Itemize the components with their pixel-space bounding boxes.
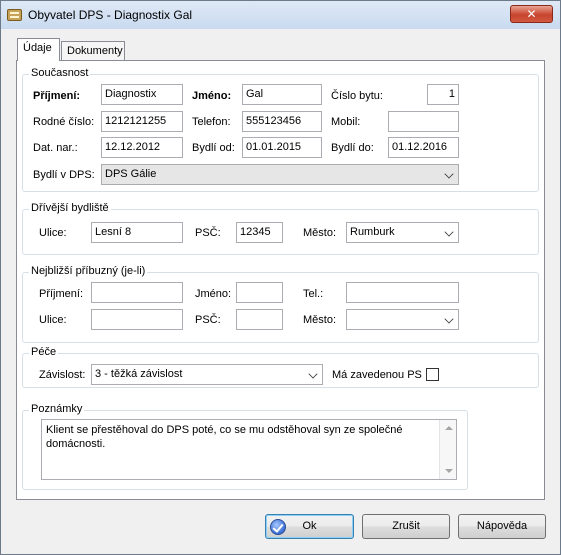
group-nejblizsi-pribuzny: Nejbližší příbuzný (je-li) Příjmení: Jmé…: [22, 265, 539, 343]
zrusit-button[interactable]: Zrušit: [362, 514, 450, 539]
telefon-field[interactable]: 555123456: [242, 111, 322, 132]
label-dat-nar: Dat. nar.:: [33, 142, 78, 154]
label-bydli-od: Bydlí od:: [192, 142, 235, 154]
label-cislo-bytu: Číslo bytu:: [331, 90, 383, 102]
chevron-down-icon: [444, 314, 454, 324]
pribuzny-tel-field[interactable]: [346, 282, 459, 303]
group-title: Dřívější bydliště: [29, 202, 111, 214]
title-bar[interactable]: Obyvatel DPS - Diagnostix Gal ✕: [1, 1, 560, 29]
napoveda-button[interactable]: Nápověda: [458, 514, 546, 539]
label-psc: PSČ:: [195, 227, 221, 239]
scroll-up-icon[interactable]: [445, 426, 453, 430]
mesto-select[interactable]: Rumburk: [346, 222, 459, 243]
mesto-value: Rumburk: [350, 226, 395, 238]
group-title: Poznámky: [29, 403, 85, 415]
label-telefon: Telefon:: [192, 116, 231, 128]
label-jmeno: Jméno:: [192, 90, 232, 102]
chevron-down-icon: [444, 227, 454, 237]
bydli-v-dps-select[interactable]: DPS Gálie: [101, 164, 459, 185]
label-ulice: Ulice:: [39, 227, 67, 239]
close-button[interactable]: ✕: [510, 5, 553, 23]
psc-field[interactable]: 12345: [236, 222, 283, 243]
group-title: Péče: [29, 346, 59, 358]
label-pribuzny-psc: PSČ:: [195, 314, 221, 326]
ulice-field[interactable]: Lesní 8: [91, 222, 183, 243]
jmeno-field[interactable]: Gal: [242, 84, 322, 105]
poznamky-text: Klient se přestěhoval do DPS poté, co se…: [46, 424, 403, 450]
ma-zavedenou-ps-checkbox[interactable]: [426, 368, 439, 381]
chevron-down-icon: [308, 369, 318, 379]
group-title: Současnost: [29, 67, 91, 79]
label-pribuzny-jmeno: Jméno:: [195, 288, 232, 300]
label-mobil: Mobil:: [331, 116, 361, 128]
label-bydli-do: Bydlí do:: [331, 142, 374, 154]
close-icon: ✕: [526, 7, 537, 21]
label-zavislost: Závislost:: [39, 369, 86, 381]
ok-button-label: Ok: [302, 520, 317, 532]
chevron-down-icon: [444, 169, 454, 179]
checkmark-icon: [270, 519, 286, 535]
label-pribuzny-ulice: Ulice:: [39, 314, 67, 326]
label-prijmeni: Příjmení:: [33, 90, 81, 102]
tab-udaje[interactable]: Údaje: [17, 38, 60, 61]
label-pribuzny-prijmeni: Příjmení:: [39, 288, 84, 300]
bydli-od-field[interactable]: 01.01.2015: [242, 137, 322, 158]
scroll-down-icon[interactable]: [445, 469, 453, 473]
zrusit-button-label: Zrušit: [392, 520, 420, 532]
rodne-cislo-field[interactable]: 1212121255: [101, 111, 183, 132]
dialog-window: Obyvatel DPS - Diagnostix Gal ✕ Údaje Do…: [0, 0, 561, 555]
group-drivejsi-bydliste: Dřívější bydliště Ulice: Lesní 8 PSČ: 12…: [22, 202, 539, 255]
label-pribuzny-mesto: Město:: [303, 314, 337, 326]
group-title: Nejbližší příbuzný (je-li): [29, 265, 148, 277]
bydli-v-dps-value: DPS Gálie: [105, 168, 157, 180]
pribuzny-jmeno-field[interactable]: [236, 282, 283, 303]
app-icon: [7, 9, 22, 21]
zavislost-select[interactable]: 3 - těžká závislost: [91, 364, 323, 385]
pribuzny-psc-field[interactable]: [236, 309, 283, 330]
bydli-do-field[interactable]: 01.12.2016: [388, 137, 459, 158]
poznamky-scrollbar[interactable]: [439, 420, 456, 479]
group-pece: Péče Závislost: 3 - těžká závislost Má z…: [22, 346, 539, 388]
pribuzny-prijmeni-field[interactable]: [91, 282, 183, 303]
tab-dokumenty[interactable]: Dokumenty: [61, 41, 125, 60]
label-bydli-v-dps: Bydlí v DPS:: [33, 169, 95, 181]
mobil-field[interactable]: [388, 111, 459, 132]
pribuzny-ulice-field[interactable]: [91, 309, 183, 330]
tab-panel: Současnost Příjmení: Diagnostix Jméno: G…: [16, 60, 545, 500]
zavislost-value: 3 - těžká závislost: [95, 368, 183, 380]
label-rodne-cislo: Rodné číslo:: [33, 116, 95, 128]
label-ma-zavedenou-ps: Má zavedenou PS: [332, 369, 422, 381]
ok-button[interactable]: Ok: [265, 514, 354, 539]
cislo-bytu-field[interactable]: 1: [427, 84, 459, 105]
group-soucasnost: Současnost Příjmení: Diagnostix Jméno: G…: [22, 67, 539, 192]
poznamky-textarea[interactable]: Klient se přestěhoval do DPS poté, co se…: [41, 419, 457, 480]
group-poznamky: Poznámky Klient se přestěhoval do DPS po…: [22, 403, 468, 490]
pribuzny-mesto-select[interactable]: [346, 309, 459, 330]
label-pribuzny-tel: Tel.:: [303, 288, 324, 300]
label-mesto: Město:: [303, 227, 337, 239]
dat-nar-field[interactable]: 12.12.2012: [101, 137, 183, 158]
window-title: Obyvatel DPS - Diagnostix Gal: [28, 8, 193, 22]
napoveda-button-label: Nápověda: [476, 520, 528, 532]
prijmeni-field[interactable]: Diagnostix: [101, 84, 183, 105]
